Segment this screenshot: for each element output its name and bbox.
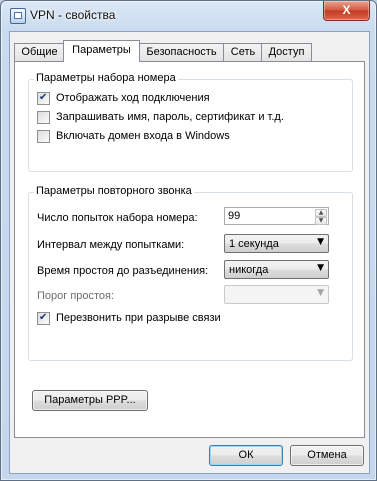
idle-time-label: Время простоя до разъединения: xyxy=(37,265,209,277)
redial-on-drop-option[interactable]: Перезвонить при разрыве связи xyxy=(37,311,221,326)
network-connection-icon xyxy=(10,8,26,24)
chevron-down-icon: ▼ xyxy=(317,237,324,247)
tab-security[interactable]: Безопасность xyxy=(138,43,225,61)
redial-attempts-label: Число попыток набора номера: xyxy=(37,212,198,224)
chevron-down-icon: ▼ xyxy=(317,288,324,298)
properties-window: VPN - свойства X Общие Параметры Безопас… xyxy=(0,0,377,481)
tab-general[interactable]: Общие xyxy=(14,43,65,61)
redial-options-title: Параметры повторного звонка xyxy=(34,185,194,197)
show-progress-option[interactable]: Отображать ход подключения xyxy=(37,91,210,106)
include-domain-checkbox[interactable] xyxy=(37,130,50,143)
idle-threshold-label: Порог простоя: xyxy=(37,290,115,302)
include-domain-label: Включать домен входа в Windows xyxy=(56,130,230,142)
chevron-down-icon: ▼ xyxy=(317,263,324,273)
prompt-credentials-option[interactable]: Запрашивать имя, пароль, сертификат и т.… xyxy=(37,111,284,125)
include-domain-option[interactable]: Включать домен входа в Windows xyxy=(37,130,230,144)
redial-interval-label: Интервал между попытками: xyxy=(37,239,185,251)
prompt-credentials-label: Запрашивать имя, пароль, сертификат и т.… xyxy=(56,111,284,123)
redial-on-drop-label: Перезвонить при разрыве связи xyxy=(56,312,221,324)
idle-threshold-select: ▼ xyxy=(224,285,329,304)
tab-network[interactable]: Сеть xyxy=(223,43,263,61)
redial-on-drop-checkbox[interactable] xyxy=(37,311,50,325)
cancel-button[interactable]: Отмена xyxy=(290,445,364,466)
show-progress-label: Отображать ход подключения xyxy=(56,92,210,104)
prompt-credentials-checkbox[interactable] xyxy=(37,111,50,124)
redial-interval-select[interactable]: 1 секунда ▼ xyxy=(224,234,329,253)
dialing-options-group: Параметры набора номера Отображать ход п… xyxy=(28,72,353,172)
title-bar[interactable]: VPN - свойства X xyxy=(1,1,376,29)
redial-interval-value: 1 секунда xyxy=(229,238,279,250)
tab-sharing[interactable]: Доступ xyxy=(261,43,312,61)
ppp-settings-button[interactable]: Параметры PPP... xyxy=(32,390,148,411)
tab-options[interactable]: Параметры xyxy=(63,40,140,62)
window-title: VPN - свойства xyxy=(30,8,116,22)
options-panel: Параметры набора номера Отображать ход п… xyxy=(14,61,365,438)
spin-up-icon[interactable]: ▲ xyxy=(315,209,327,217)
dialog-client-area: Общие Параметры Безопасность Сеть Доступ… xyxy=(9,31,370,474)
close-button[interactable]: X xyxy=(323,1,370,21)
redial-attempts-spinner[interactable]: ▲ ▼ xyxy=(315,209,327,225)
redial-attempts-value: 99 xyxy=(228,210,241,222)
redial-attempts-input[interactable]: 99 ▲ ▼ xyxy=(224,207,329,225)
spin-down-icon[interactable]: ▼ xyxy=(315,217,327,225)
idle-time-value: никогда xyxy=(229,264,269,276)
dialing-options-title: Параметры набора номера xyxy=(34,72,178,84)
redial-options-group: Параметры повторного звонка Число попыто… xyxy=(28,185,353,361)
tab-strip: Общие Параметры Безопасность Сеть Доступ xyxy=(10,40,369,62)
idle-time-select[interactable]: никогда ▼ xyxy=(224,260,329,279)
show-progress-checkbox[interactable] xyxy=(37,91,50,105)
ok-button[interactable]: ОК xyxy=(209,445,283,466)
